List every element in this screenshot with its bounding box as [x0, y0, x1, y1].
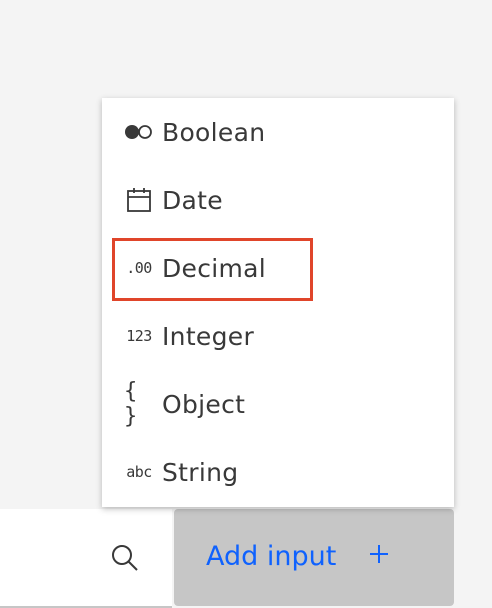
plus-icon [364, 539, 394, 569]
menu-item-string[interactable]: abc String [102, 438, 454, 506]
menu-item-decimal[interactable]: .00 Decimal [102, 234, 454, 302]
integer-icon: 123 [126, 327, 152, 345]
menu-item-object[interactable]: { } Object [102, 370, 454, 438]
add-input-button[interactable]: Add input [174, 509, 454, 606]
menu-item-label: Object [162, 389, 246, 419]
add-input-label: Add input [206, 541, 337, 572]
string-icon: abc [126, 463, 152, 481]
menu-item-date[interactable]: Date [102, 166, 454, 234]
menu-item-integer[interactable]: 123 Integer [102, 302, 454, 370]
menu-item-label: String [162, 457, 239, 487]
menu-item-label: Date [162, 185, 223, 215]
data-type-menu: Boolean Date .00 Decimal 123 Integer { }… [102, 98, 454, 507]
calendar-icon [124, 185, 154, 215]
object-braces-icon: { } [124, 379, 137, 429]
menu-item-boolean[interactable]: Boolean [102, 98, 454, 166]
search-input[interactable] [0, 509, 172, 608]
menu-item-label: Boolean [162, 117, 266, 147]
menu-item-label: Decimal [162, 253, 267, 283]
search-icon[interactable] [110, 543, 140, 573]
boolean-toggle-icon [124, 117, 154, 147]
menu-item-label: Integer [162, 321, 255, 351]
decimal-icon: .00 [126, 259, 152, 277]
